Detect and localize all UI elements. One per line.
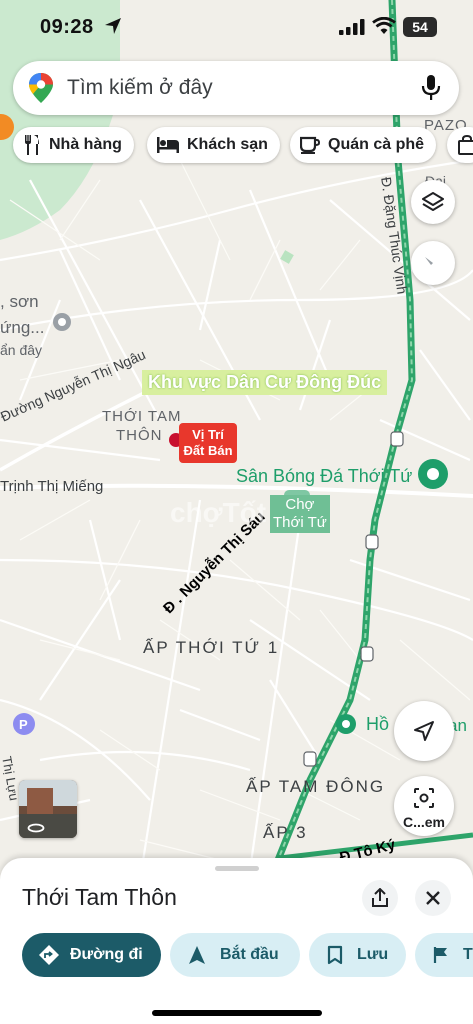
layers-button[interactable]	[411, 180, 455, 224]
ap-tam-dong-label: ẤP TAM ĐÔNG	[246, 777, 386, 796]
thon-label: THÔN	[116, 427, 163, 444]
watermark: chợTốt	[170, 497, 267, 528]
bookmark-icon	[327, 945, 343, 965]
market-label-line1: Chợ	[285, 496, 315, 513]
start-button-label: Bắt đầu	[220, 946, 279, 963]
maps-pin-icon	[29, 73, 53, 103]
search-input[interactable]: Tìm kiếm ở đây	[67, 76, 213, 100]
start-button[interactable]: Bắt đầu	[170, 933, 300, 977]
wifi-icon	[372, 17, 396, 34]
marker-label-line1: Vị Trí	[192, 427, 224, 442]
layers-icon	[422, 192, 444, 211]
cellular-signal-icon	[339, 19, 365, 35]
navigation-arrow-icon	[414, 721, 434, 741]
partial-label-son: , sơn	[0, 292, 39, 311]
status-bar: 09:28 54	[0, 0, 473, 56]
compass-button[interactable]	[411, 241, 455, 285]
close-button[interactable]	[415, 880, 451, 916]
label-button[interactable]: T	[415, 933, 473, 977]
marker-label[interactable]: Vị Trí Đất Bán	[179, 423, 237, 463]
rotate-360-icon	[27, 823, 45, 833]
lens-button[interactable]: C...em	[394, 776, 454, 836]
search-bar[interactable]: Tìm kiếm ở đây	[13, 61, 459, 115]
battery-icon: 54	[403, 17, 437, 37]
save-button[interactable]: Lưu	[309, 933, 406, 977]
stadium-label: Sân Bóng Đá Thới Tứ	[236, 466, 413, 486]
ap-thoi-tu-label: ẤP THỚI TỨ 1	[143, 638, 280, 657]
lake-label: Hồ	[366, 714, 390, 734]
svg-text:P: P	[19, 717, 28, 732]
directions-icon	[39, 945, 59, 965]
fork-knife-icon	[25, 135, 39, 155]
street-label-trinh-thi-mieng: Trịnh Thị Miếng	[0, 478, 104, 495]
partial-label-ung: ứng...	[0, 318, 45, 337]
place-title: Thới Tam Thôn	[22, 884, 177, 910]
coffee-cup-icon	[300, 136, 320, 154]
chip-hotels[interactable]: Khách sạn	[147, 127, 280, 163]
chip-restaurants[interactable]: Nhà hàng	[13, 127, 134, 163]
microphone-icon[interactable]	[421, 75, 441, 101]
ap-3-label: ẤP 3	[263, 823, 308, 842]
google-maps-screen: P Khu vực Dân Cư Đông Đúc THỚI TAM THÔN …	[0, 0, 473, 1024]
compass-icon	[425, 257, 441, 269]
chip-coffee-label: Quán cà phê	[328, 136, 425, 153]
camera-lens-icon	[414, 788, 434, 808]
share-icon	[372, 888, 388, 907]
directions-button[interactable]: Đường đi	[22, 933, 161, 977]
location-arrow-icon	[105, 18, 121, 34]
chip-coffee[interactable]: Quán cà phê	[290, 127, 437, 163]
partial-label-day: ẩn đây	[0, 342, 43, 358]
label-button-text: T	[463, 946, 473, 963]
thoi-tam-label: THỚI TAM	[102, 408, 182, 425]
lens-button-label: C...em	[402, 814, 445, 830]
chip-hotels-label: Khách sạn	[187, 136, 268, 153]
market-label: Chợ Thới Tứ	[270, 495, 330, 533]
my-location-button[interactable]	[394, 701, 454, 761]
area-annotation-label: Khu vực Dân Cư Đông Đúc	[142, 370, 388, 395]
navigation-arrow-icon	[189, 946, 205, 964]
marker-label-line2: Đất Bán	[183, 443, 233, 458]
home-indicator[interactable]	[152, 1010, 322, 1016]
directions-button-label: Đường đi	[70, 946, 143, 963]
sheet-drag-handle[interactable]	[215, 866, 259, 871]
chip-restaurants-label: Nhà hàng	[49, 136, 122, 153]
bed-icon	[157, 137, 179, 153]
share-button[interactable]	[362, 880, 398, 916]
save-button-label: Lưu	[357, 946, 389, 963]
flag-icon	[433, 947, 447, 963]
market-label-line2: Thới Tứ	[273, 514, 327, 531]
shopping-bag-icon	[458, 135, 473, 155]
close-icon	[426, 891, 440, 905]
street-view-thumbnail[interactable]	[19, 780, 77, 838]
status-time: 09:28	[40, 16, 94, 38]
